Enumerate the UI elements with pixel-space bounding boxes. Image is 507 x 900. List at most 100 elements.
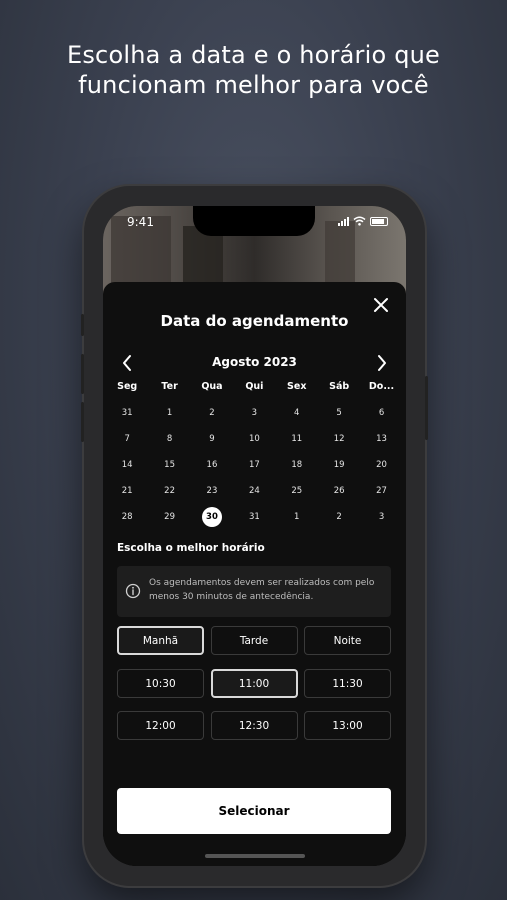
scheduling-sheet: Data do agendamento Agosto 2023 Seg Ter … (103, 282, 406, 866)
calendar-day-label: 23 (206, 486, 218, 496)
calendar-day[interactable]: 22 (148, 478, 190, 504)
period-selector: Manhã Tarde Noite (117, 626, 391, 655)
weekday-label: Qua (201, 381, 223, 392)
calendar-day-label: 20 (376, 460, 387, 470)
calendar-day[interactable]: 1 (276, 504, 318, 530)
calendar-day[interactable]: 14 (106, 452, 148, 478)
calendar-day[interactable]: 1 (148, 400, 190, 426)
calendar-day[interactable]: 21 (106, 478, 148, 504)
calendar-day-label: 29 (164, 512, 175, 522)
calendar-day[interactable]: 13 (360, 426, 402, 452)
weekday-label: Do... (368, 381, 395, 392)
time-slot-button[interactable]: 10:30 (117, 669, 204, 698)
status-bar: 9:41 (103, 206, 406, 236)
calendar-day-label: 31 (121, 408, 133, 418)
home-indicator (205, 854, 305, 858)
calendar-day[interactable]: 7 (106, 426, 148, 452)
calendar-day-label: 3 (378, 512, 385, 522)
calendar-day[interactable]: 16 (191, 452, 233, 478)
calendar-day-label: 28 (121, 512, 133, 522)
time-slot-button[interactable]: 12:00 (117, 711, 204, 740)
sheet-title: Data do agendamento (160, 312, 349, 330)
calendar-day[interactable]: 31 (233, 504, 275, 530)
calendar-day[interactable]: 11 (276, 426, 318, 452)
info-icon (125, 583, 141, 599)
calendar-day[interactable]: 9 (191, 426, 233, 452)
period-button-afternoon[interactable]: Tarde (210, 626, 298, 655)
calendar-day-label: 11 (291, 434, 303, 444)
calendar-day[interactable]: 10 (233, 426, 275, 452)
calendar-day[interactable]: 15 (148, 452, 190, 478)
weekday-label: Ter (161, 381, 178, 392)
calendar-week-row: 7 8 9 10 11 12 13 (106, 426, 403, 452)
calendar-day-label: 7 (124, 434, 130, 444)
weekday-header: Seg Ter Qua Qui Sex Sáb Do... (106, 381, 403, 392)
calendar-day-label: 5 (336, 408, 342, 418)
time-slot-button[interactable]: 11:30 (304, 669, 391, 698)
battery-icon (370, 216, 388, 226)
calendar-day[interactable]: 8 (148, 426, 190, 452)
calendar-day[interactable]: 24 (233, 478, 275, 504)
calendar-week-row: 21 22 23 24 25 26 27 (106, 478, 403, 504)
calendar-day-label: 24 (248, 486, 260, 496)
select-button[interactable]: Selecionar (117, 788, 391, 834)
calendar-grid: 31 1 2 3 4 5 6 7 8 9 10 11 12 13 14 15 16 17 18 19 20 21 22 23 2… (106, 400, 403, 530)
month-navigator: Agosto 2023 (103, 352, 406, 374)
calendar-day-label: 9 (209, 434, 215, 444)
calendar-day-label: 26 (333, 486, 345, 496)
calendar-day[interactable]: 25 (276, 478, 318, 504)
calendar-day-label: 15 (164, 460, 175, 470)
time-slot-button[interactable]: 13:00 (304, 711, 391, 740)
time-slot-button[interactable]: 11:00 (210, 669, 298, 698)
calendar-day[interactable]: 3 (360, 504, 402, 530)
time-section-title: Escolha o melhor horário (117, 542, 265, 554)
status-time: 9:41 (127, 215, 154, 229)
calendar-day-label: 30 (201, 507, 222, 527)
calendar-day[interactable]: 2 (191, 400, 233, 426)
calendar-day[interactable]: 31 (106, 400, 148, 426)
calendar-day[interactable]: 18 (276, 452, 318, 478)
calendar-day[interactable]: 2 (318, 504, 360, 530)
calendar-day-label: 22 (164, 486, 175, 496)
calendar-day[interactable]: 23 (191, 478, 233, 504)
calendar-day-label: 3 (251, 408, 258, 418)
calendar-week-row: 28 29 30 31 1 2 3 (106, 504, 403, 530)
calendar-day-label: 19 (333, 460, 345, 470)
chevron-right-icon[interactable] (370, 352, 392, 374)
calendar-day[interactable]: 12 (318, 426, 360, 452)
weekday-label: Seg (117, 381, 138, 392)
calendar-day-label: 17 (248, 460, 260, 470)
calendar-day[interactable]: 19 (318, 452, 360, 478)
calendar-day-label: 16 (206, 460, 218, 470)
phone-screen: 9:41 Data do agendamento Agosto 2023 Seg… (103, 206, 406, 866)
headline: Escolha a data e o horário que funcionam… (66, 41, 441, 99)
calendar-day[interactable]: 20 (360, 452, 402, 478)
info-box: Os agendamentos devem ser realizados com… (117, 566, 391, 617)
calendar-day-label: 1 (294, 512, 300, 522)
calendar-day[interactable]: 3 (233, 400, 275, 426)
calendar-day-label: 25 (291, 486, 303, 496)
calendar-day[interactable]: 17 (233, 452, 275, 478)
calendar-day[interactable]: 30 (191, 504, 233, 530)
calendar-day[interactable]: 6 (360, 400, 402, 426)
period-button-night[interactable]: Noite (304, 626, 391, 655)
calendar-day-label: 2 (336, 512, 342, 522)
time-slot-button[interactable]: 12:30 (210, 711, 298, 740)
calendar-day[interactable]: 28 (106, 504, 148, 530)
calendar-day-label: 13 (376, 434, 387, 444)
weekday-label: Qui (245, 381, 264, 392)
calendar-day-label: 27 (376, 486, 387, 496)
calendar-day[interactable]: 26 (318, 478, 360, 504)
calendar-day[interactable]: 29 (148, 504, 190, 530)
period-button-morning[interactable]: Manhã (117, 626, 204, 655)
calendar-day[interactable]: 4 (276, 400, 318, 426)
calendar-day-label: 6 (378, 408, 385, 418)
calendar-day-label: 21 (121, 486, 133, 496)
calendar-day-label: 2 (209, 408, 215, 418)
signal-icon (338, 216, 349, 226)
calendar-day[interactable]: 27 (360, 478, 402, 504)
calendar-day-label: 18 (291, 460, 303, 470)
time-slots-row: 10:30 11:00 11:30 (117, 669, 391, 698)
calendar-day[interactable]: 5 (318, 400, 360, 426)
calendar-week-row: 14 15 16 17 18 19 20 (106, 452, 403, 478)
